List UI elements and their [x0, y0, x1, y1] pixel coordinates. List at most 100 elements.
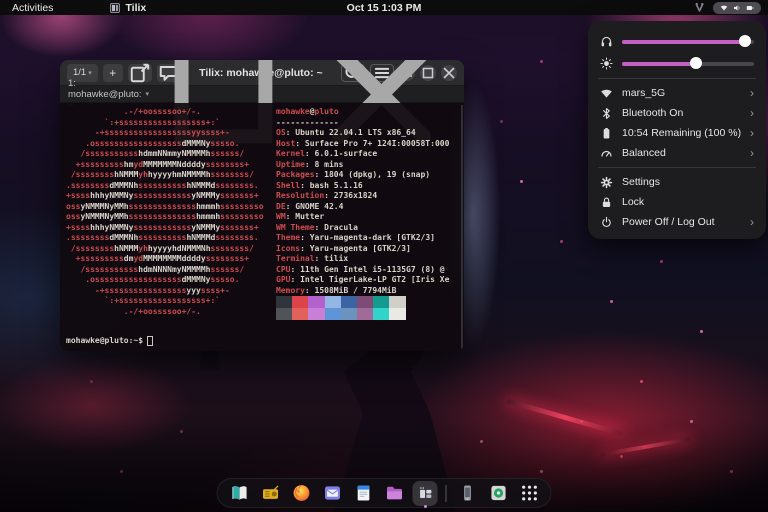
volume-slider-knob[interactable] [739, 35, 751, 47]
tilix-icon [415, 483, 435, 503]
tilix-window: 1/1 ▾ + Tilix: mohawke@pluto: ~ 1: mohaw… [60, 60, 464, 351]
palette-swatch [341, 308, 357, 320]
chevron-right-icon: › [750, 216, 754, 228]
palette-swatch [292, 296, 308, 308]
dock-app-book-reader[interactable] [227, 481, 252, 506]
system-tray [694, 2, 768, 14]
dock-app-files[interactable] [382, 481, 407, 506]
lock-icon [600, 196, 613, 209]
neofetch-ascii-logo: .-/+oossssoo+/-. `:+ssssssssssssssssss+:… [66, 107, 264, 317]
menu-item-battery[interactable]: 10:54 Remaining (100 %) › [588, 123, 766, 143]
palette-swatch [276, 296, 292, 308]
gauge-icon [600, 147, 613, 160]
app-grid-icon [519, 483, 539, 503]
top-bar: Activities Tilix Oct 15 1:03 PM [0, 0, 768, 15]
dock-separator [446, 485, 447, 502]
dock-app-radio[interactable] [258, 481, 283, 506]
volume-icon [733, 4, 741, 12]
menu-item-label: Lock [622, 196, 754, 208]
volume-slider-row [588, 30, 766, 52]
palette-swatch [325, 296, 341, 308]
dock-app-phone[interactable] [455, 481, 480, 506]
clock[interactable]: Oct 15 1:03 PM [347, 2, 422, 14]
terminal-color-palette [276, 296, 449, 308]
menu-item-label: Settings [622, 176, 754, 188]
gear-icon [600, 176, 613, 189]
palette-swatch [373, 296, 389, 308]
brightness-slider-row [588, 52, 766, 74]
tab-bar: 1: mohawke@pluto: ~ ▾ [60, 86, 464, 103]
power-icon [600, 216, 613, 229]
palette-swatch [276, 308, 292, 320]
bluetooth-icon [600, 107, 613, 120]
wifi-icon [720, 4, 728, 12]
headphones-icon [600, 35, 613, 48]
radio-icon [260, 483, 280, 503]
system-status-area[interactable] [713, 2, 761, 14]
dock-app-mail[interactable] [320, 481, 345, 506]
menu-item-power[interactable]: Power Off / Log Out › [588, 212, 766, 232]
palette-swatch [308, 308, 324, 320]
palette-swatch [292, 308, 308, 320]
book-reader-icon [229, 483, 249, 503]
session-indicator: 1/1 [73, 67, 86, 78]
menu-divider [598, 78, 756, 79]
palette-swatch [373, 308, 389, 320]
scrollbar[interactable] [461, 105, 463, 349]
document-icon [353, 483, 373, 503]
palette-swatch [357, 296, 373, 308]
chevron-right-icon: › [750, 107, 754, 119]
terminal-cursor [147, 336, 153, 346]
menu-item-lock[interactable]: Lock [588, 192, 766, 212]
menu-item-label: mars_5G [622, 87, 741, 99]
menu-divider [598, 167, 756, 168]
menu-item-settings[interactable]: Settings [588, 172, 766, 192]
wifi-icon [600, 87, 613, 100]
dock-app-tilix[interactable] [413, 481, 438, 506]
focused-app-menu[interactable]: Tilix [110, 2, 146, 14]
dock-app-document[interactable] [351, 481, 376, 506]
menu-item-wifi[interactable]: mars_5G › [588, 83, 766, 103]
files-icon [384, 483, 404, 503]
terminal-color-palette [276, 308, 449, 320]
palette-swatch [308, 296, 324, 308]
chevron-right-icon: › [750, 127, 754, 139]
dock-app-software[interactable] [486, 481, 511, 506]
tilix-app-icon [110, 3, 120, 13]
palette-swatch [357, 308, 373, 320]
brightness-icon [600, 57, 613, 70]
menu-item-label: Balanced [622, 147, 741, 159]
mail-icon [322, 483, 342, 503]
volume-slider[interactable] [622, 35, 754, 47]
terminal-screen[interactable]: .-/+oossssoo+/-. `:+ssssssssssssssssss+:… [60, 103, 464, 351]
dock-app-firefox[interactable] [289, 481, 314, 506]
chevron-right-icon: › [750, 87, 754, 99]
chevron-down-icon: ▾ [88, 69, 92, 77]
menu-item-label: Bluetooth On [622, 107, 741, 119]
menu-item-label: 10:54 Remaining (100 %) [622, 127, 741, 139]
prompt-text: mohawke@pluto:~$ [66, 336, 143, 347]
menu-item-power-profile[interactable]: Balanced › [588, 143, 766, 163]
dock-app-app-grid[interactable] [517, 481, 542, 506]
menu-item-bluetooth[interactable]: Bluetooth On › [588, 103, 766, 123]
palette-swatch [341, 296, 357, 308]
firefox-icon [291, 483, 311, 503]
tray-app-indicator-icon[interactable] [694, 2, 705, 13]
brightness-slider[interactable] [622, 57, 754, 69]
chevron-right-icon: › [750, 147, 754, 159]
activities-button[interactable]: Activities [0, 0, 65, 15]
software-icon [488, 483, 508, 503]
dock [217, 478, 552, 508]
menu-item-label: Power Off / Log Out [622, 216, 741, 228]
brightness-slider-knob[interactable] [690, 57, 702, 69]
system-menu: mars_5G›Bluetooth On›10:54 Remaining (10… [588, 21, 766, 239]
focused-app-name: Tilix [125, 2, 146, 14]
phone-icon [457, 483, 477, 503]
palette-swatch [389, 308, 405, 320]
palette-swatch [389, 296, 405, 308]
battery-icon [746, 4, 754, 12]
neofetch-info: mohawke@pluto ------------- OS: Ubuntu 2… [276, 107, 449, 320]
palette-swatch [325, 308, 341, 320]
battery-vertical-icon [600, 127, 613, 140]
shell-prompt: mohawke@pluto:~$ [66, 336, 153, 347]
